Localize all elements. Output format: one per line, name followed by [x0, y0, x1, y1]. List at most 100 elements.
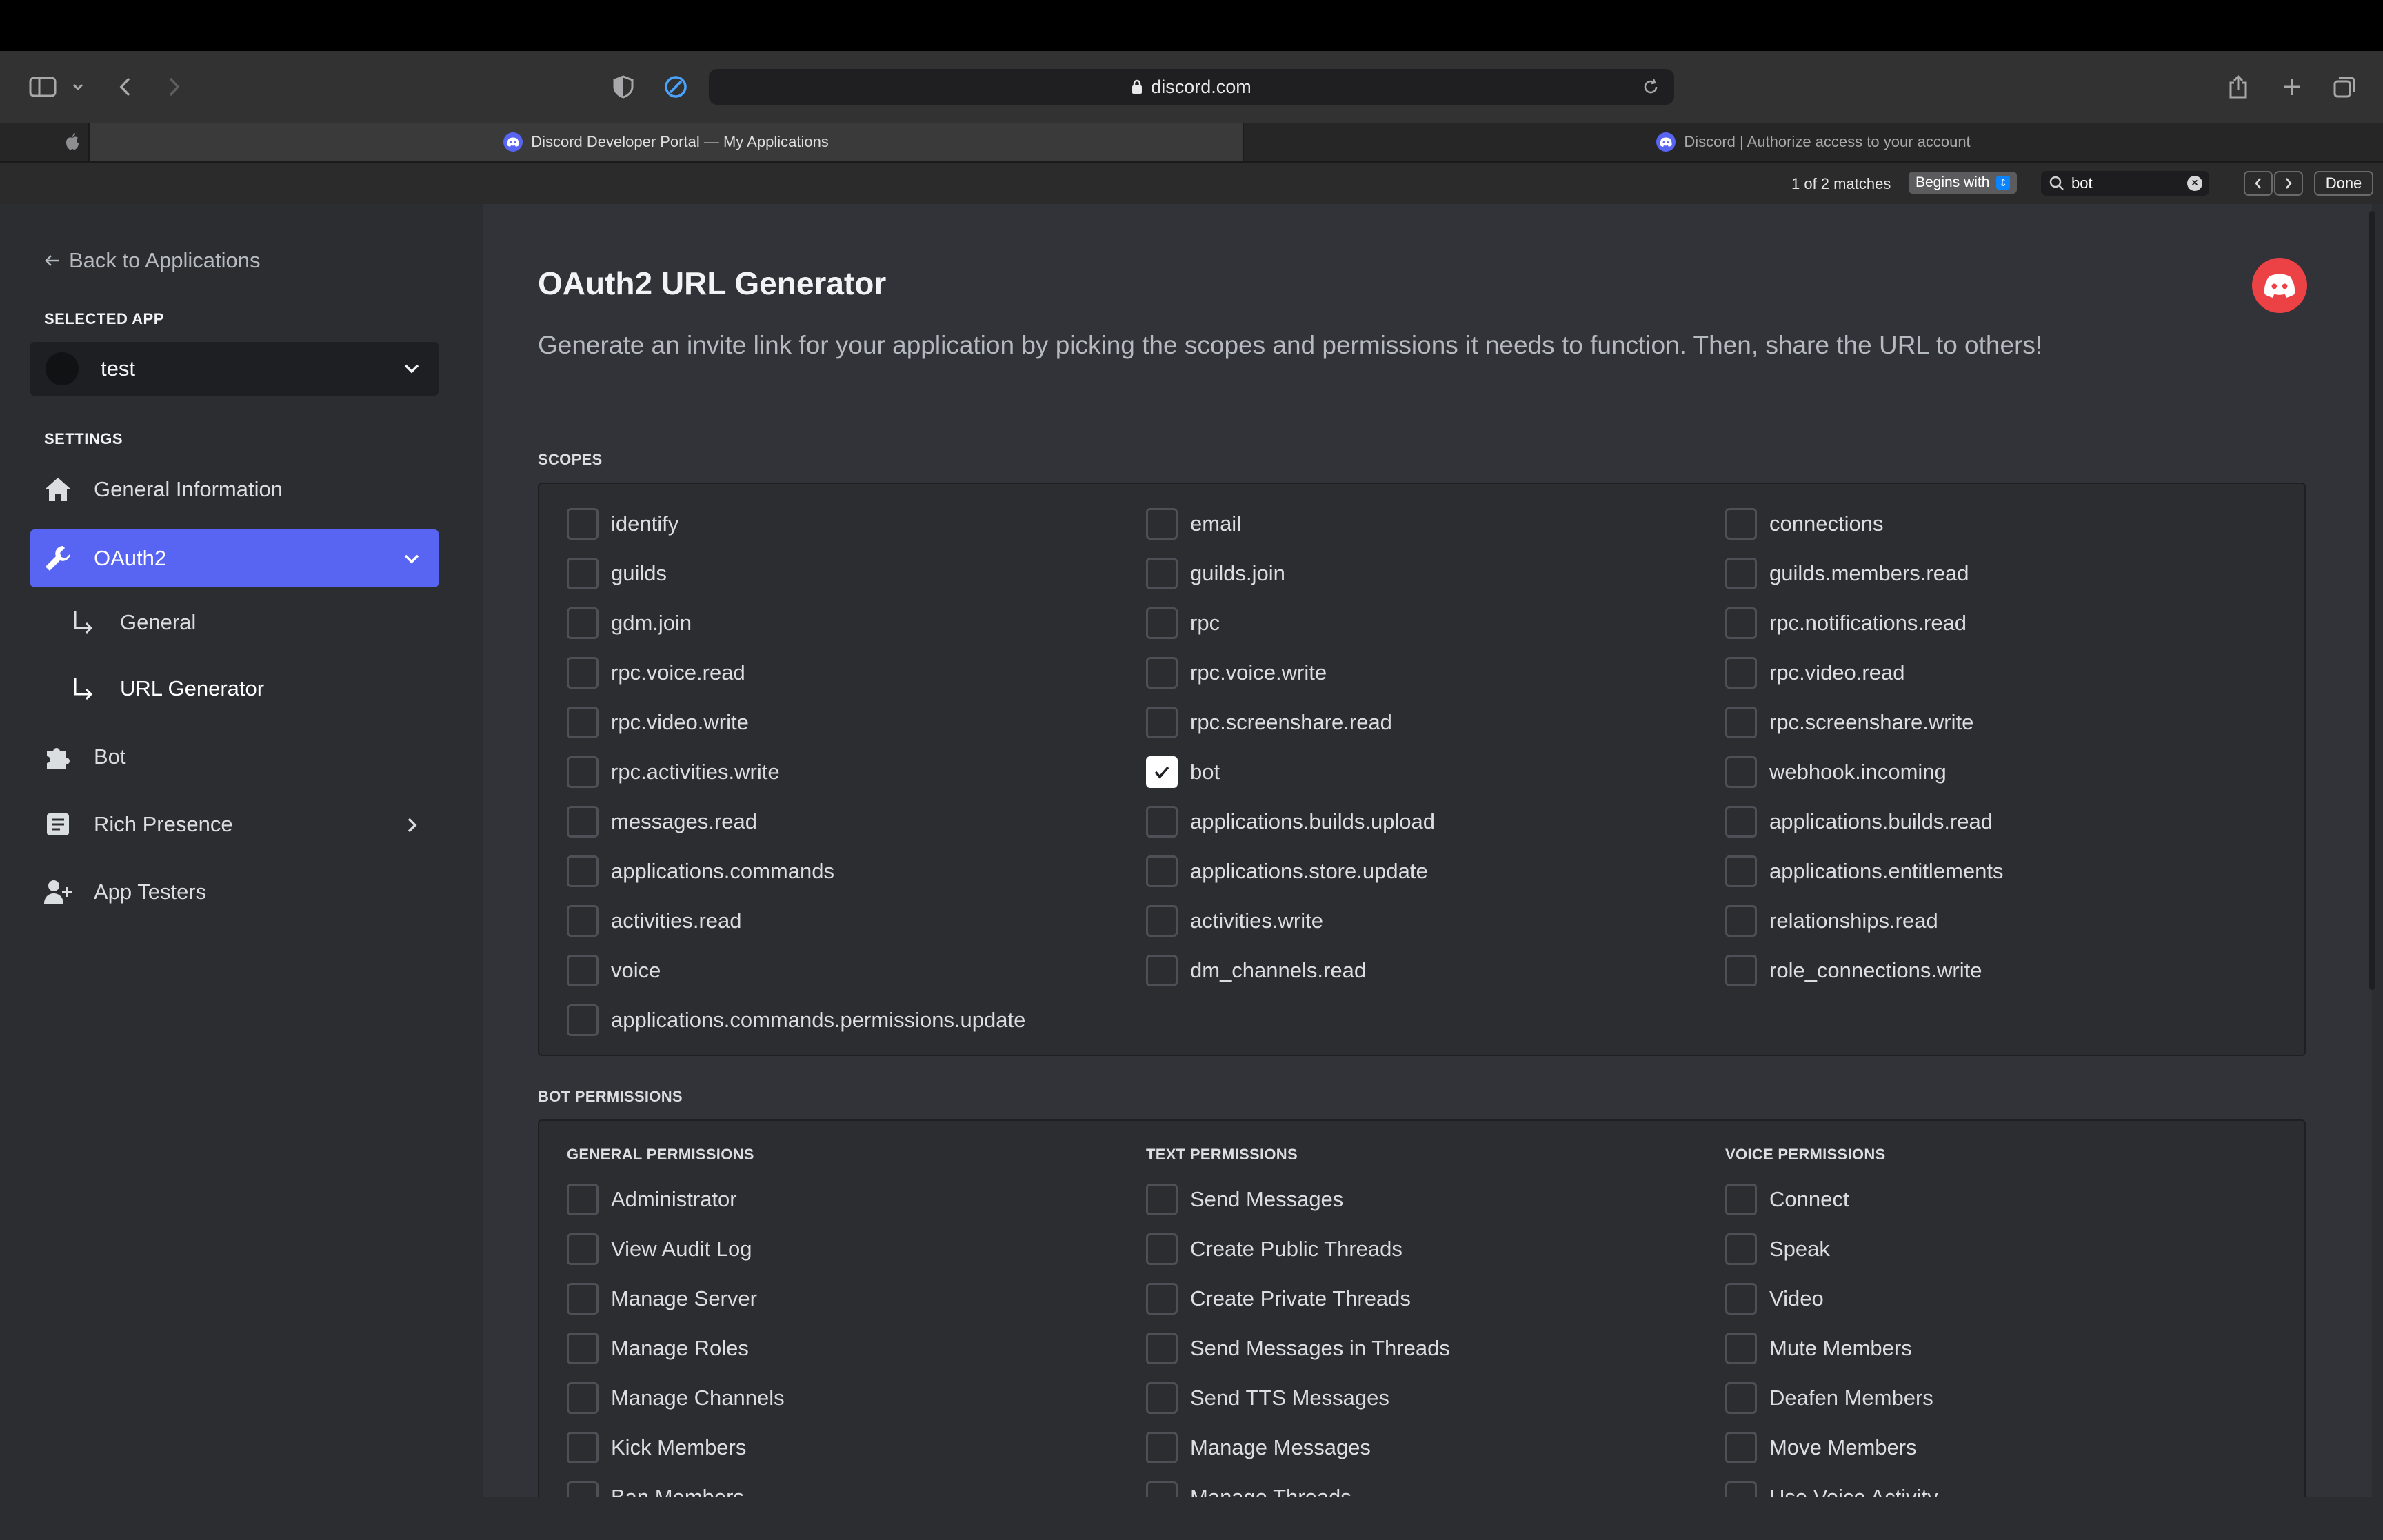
permission-option[interactable]: Send TTS Messages [1146, 1373, 1725, 1423]
permission-option[interactable]: Video [1725, 1274, 2277, 1324]
permission-option[interactable]: Manage Roles [567, 1324, 1146, 1373]
permission-checkbox[interactable] [1725, 1382, 1757, 1414]
permission-checkbox[interactable] [567, 1233, 599, 1265]
permission-checkbox[interactable] [1146, 1333, 1178, 1364]
permission-checkbox[interactable] [567, 1333, 599, 1364]
permission-checkbox[interactable] [1146, 1481, 1178, 1497]
scope-option[interactable]: guilds.members.read [1725, 549, 2277, 598]
scope-option[interactable]: rpc.screenshare.read [1146, 698, 1725, 747]
address-bar[interactable]: discord.com [709, 69, 1674, 105]
scope-option[interactable]: gdm.join [567, 598, 1146, 648]
scope-option[interactable]: rpc.notifications.read [1725, 598, 2277, 648]
scope-option[interactable]: applications.commands [567, 847, 1146, 896]
scope-checkbox[interactable] [567, 707, 599, 738]
permission-checkbox[interactable] [1725, 1184, 1757, 1215]
scope-option[interactable]: messages.read [567, 797, 1146, 847]
scope-checkbox[interactable] [567, 855, 599, 887]
clear-icon[interactable]: × [2187, 176, 2202, 191]
scope-checkbox[interactable] [1725, 607, 1757, 639]
scope-option[interactable]: activities.write [1146, 896, 1725, 946]
back-icon[interactable] [113, 70, 138, 103]
permission-checkbox[interactable] [1725, 1233, 1757, 1265]
scope-checkbox[interactable] [1725, 756, 1757, 788]
scope-checkbox[interactable] [1725, 855, 1757, 887]
scope-checkbox[interactable] [1725, 955, 1757, 986]
permission-option[interactable]: Use Voice Activity [1725, 1472, 2277, 1497]
find-previous-button[interactable] [2244, 171, 2273, 196]
permission-option[interactable]: Kick Members [567, 1423, 1146, 1472]
scope-checkbox[interactable] [567, 508, 599, 540]
scrollbar-thumb[interactable] [2369, 211, 2375, 990]
scope-checkbox[interactable] [1725, 657, 1757, 689]
scope-option[interactable]: applications.store.update [1146, 847, 1725, 896]
scope-option[interactable]: applications.builds.upload [1146, 797, 1725, 847]
scope-checkbox[interactable] [1725, 707, 1757, 738]
permission-option[interactable]: Create Public Threads [1146, 1224, 1725, 1274]
scope-checkbox[interactable] [567, 1004, 599, 1036]
permission-checkbox[interactable] [1146, 1382, 1178, 1414]
permission-option[interactable]: Ban Members [567, 1472, 1146, 1497]
permission-option[interactable]: Manage Messages [1146, 1423, 1725, 1472]
find-done-button[interactable]: Done [2314, 171, 2373, 196]
scope-option[interactable]: guilds [567, 549, 1146, 598]
scope-checkbox[interactable] [1146, 558, 1178, 589]
scope-option[interactable]: bot [1146, 747, 1725, 797]
scope-checkbox[interactable] [1725, 905, 1757, 937]
permission-option[interactable]: Connect [1725, 1175, 2277, 1224]
scope-option[interactable]: applications.entitlements [1725, 847, 2277, 896]
share-icon[interactable] [2224, 70, 2252, 103]
scope-checkbox[interactable] [1146, 955, 1178, 986]
scope-option[interactable]: webhook.incoming [1725, 747, 2277, 797]
scope-checkbox[interactable] [1725, 558, 1757, 589]
permission-checkbox[interactable] [1725, 1333, 1757, 1364]
scope-checkbox[interactable] [1725, 508, 1757, 540]
scope-checkbox[interactable] [567, 657, 599, 689]
scope-checkbox[interactable] [1146, 707, 1178, 738]
tab-developer-portal[interactable]: Discord Developer Portal — My Applicatio… [90, 123, 1243, 161]
permission-option[interactable]: Send Messages [1146, 1175, 1725, 1224]
permission-checkbox[interactable] [567, 1481, 599, 1497]
extension-icon[interactable] [662, 70, 690, 103]
scope-checkbox[interactable] [567, 756, 599, 788]
scope-checkbox[interactable] [567, 806, 599, 838]
scope-checkbox[interactable] [1146, 607, 1178, 639]
reload-icon[interactable] [1641, 77, 1660, 97]
permission-checkbox[interactable] [1146, 1283, 1178, 1315]
scope-option[interactable]: identify [567, 499, 1146, 549]
scope-checkbox[interactable] [567, 955, 599, 986]
scope-checkbox[interactable] [1146, 756, 1178, 788]
permission-option[interactable]: View Audit Log [567, 1224, 1146, 1274]
find-mode-select[interactable]: Begins with ⇕ [1909, 172, 2018, 194]
permission-option[interactable]: Create Private Threads [1146, 1274, 1725, 1324]
scope-option[interactable]: voice [567, 946, 1146, 995]
scope-option[interactable]: applications.builds.read [1725, 797, 2277, 847]
sidebar-item-rich-presence[interactable]: Rich Presence [30, 796, 439, 853]
scope-checkbox[interactable] [1146, 806, 1178, 838]
scope-option[interactable]: rpc [1146, 598, 1725, 648]
scope-option[interactable]: activities.read [567, 896, 1146, 946]
permission-checkbox[interactable] [1146, 1432, 1178, 1463]
sidebar-item-bot[interactable]: Bot [30, 728, 439, 786]
permission-option[interactable]: Speak [1725, 1224, 2277, 1274]
discord-logo-icon[interactable] [2252, 258, 2307, 313]
scope-option[interactable]: role_connections.write [1725, 946, 2277, 995]
scope-option[interactable]: rpc.video.read [1725, 648, 2277, 698]
tab-overview-icon[interactable] [2331, 70, 2358, 103]
permission-option[interactable]: Mute Members [1725, 1324, 2277, 1373]
permission-option[interactable]: Move Members [1725, 1423, 2277, 1472]
sidebar-item-app-testers[interactable]: App Testers [30, 863, 439, 921]
scope-checkbox[interactable] [1146, 508, 1178, 540]
scope-option[interactable]: connections [1725, 499, 2277, 549]
tab-authorize[interactable]: Discord | Authorize access to your accou… [1244, 123, 2383, 161]
scope-option[interactable]: dm_channels.read [1146, 946, 1725, 995]
scope-option[interactable]: rpc.video.write [567, 698, 1146, 747]
permission-checkbox[interactable] [1725, 1432, 1757, 1463]
permission-option[interactable]: Deafen Members [1725, 1373, 2277, 1423]
sidebar-item-oauth2[interactable]: OAuth2 [30, 529, 439, 587]
scope-option[interactable]: applications.commands.permissions.update [567, 995, 1146, 1045]
scope-option[interactable]: rpc.voice.read [567, 648, 1146, 698]
scope-option[interactable]: rpc.voice.write [1146, 648, 1725, 698]
sidebar-item-general-information[interactable]: General Information [30, 460, 439, 518]
scope-option[interactable]: rpc.screenshare.write [1725, 698, 2277, 747]
scope-checkbox[interactable] [567, 558, 599, 589]
